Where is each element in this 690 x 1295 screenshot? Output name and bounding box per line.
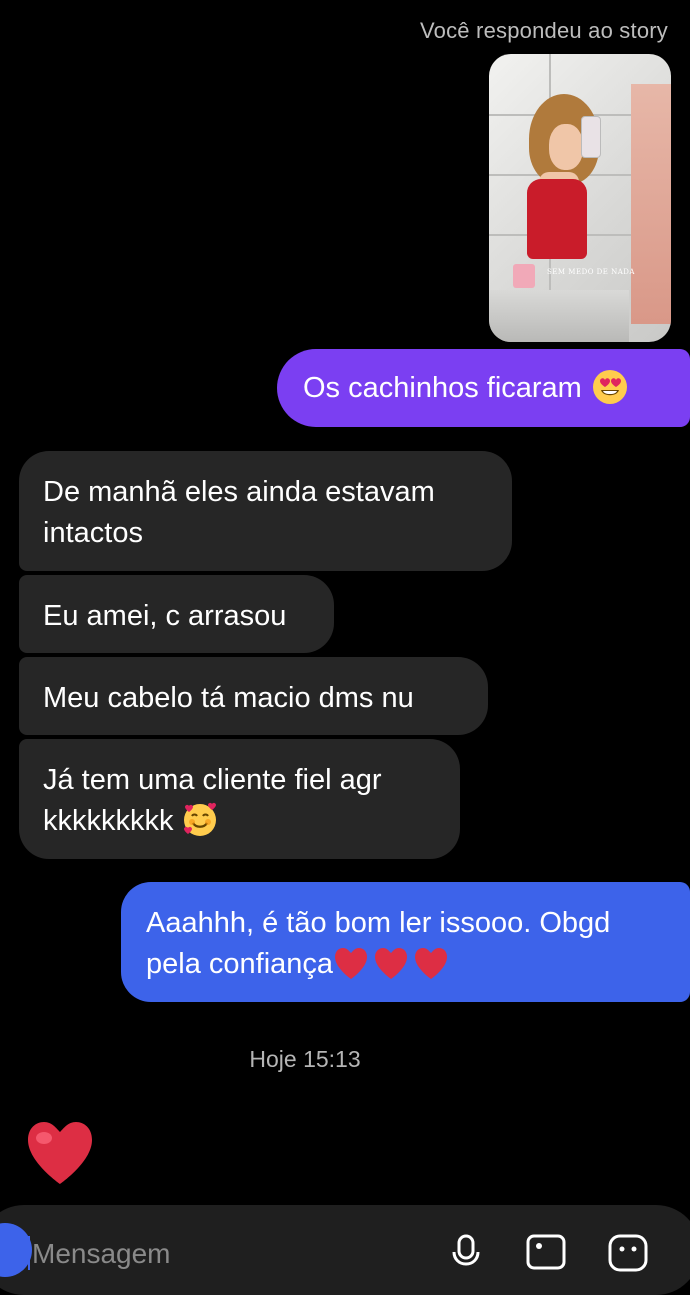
message-text-line: De manhã eles ainda estavam (43, 476, 435, 508)
cup-in-photo (513, 264, 535, 288)
message-outgoing[interactable]: Aaahhh, é tão bom ler issooo. Obgd pela … (121, 882, 690, 1002)
message-incoming[interactable]: Meu cabelo tá macio dms nu (19, 657, 488, 735)
red-heart-emoji (415, 947, 448, 979)
message-incoming[interactable]: Já tem uma cliente fiel agr kkkkkkkkk (19, 739, 460, 859)
red-heart-emoji (375, 947, 408, 979)
text-caret (28, 1236, 30, 1270)
message-text-line: kkkkkkkkk (43, 805, 174, 837)
red-hearts-emoji (333, 942, 453, 983)
sticker-icon[interactable] (606, 1230, 650, 1274)
phone-in-photo (581, 116, 601, 158)
story-thumbnail[interactable]: SEM MEDO DE NADA (489, 54, 671, 342)
message-text-line: intactos (43, 517, 143, 549)
message-text-line: Aaahhh, é tão bom ler issooo. Obgd (146, 907, 611, 939)
message-text-line: Já tem uma cliente fiel agr (43, 764, 382, 796)
message-incoming[interactable]: De manhã eles ainda estavam intactos (19, 451, 512, 571)
red-heart-emoji (335, 947, 368, 979)
red-heart-emoji[interactable] (24, 1120, 96, 1186)
microphone-icon[interactable] (444, 1230, 488, 1274)
sink-in-photo (489, 290, 629, 342)
message-incoming[interactable]: Eu amei, c arrasou (19, 575, 334, 653)
message-text-line: pela confiança (146, 948, 334, 980)
message-input[interactable]: Mensagem (32, 1238, 171, 1270)
figure-outfit (527, 179, 587, 259)
message-text: Meu cabelo tá macio dms nu (43, 682, 414, 714)
smiling-face-with-hearts-emoji (182, 801, 218, 837)
timestamp: Hoje 15:13 (249, 1046, 361, 1072)
gallery-icon[interactable] (524, 1230, 568, 1274)
figure-face (549, 124, 583, 170)
story-watermark: SEM MEDO DE NADA (547, 268, 635, 276)
message-text: Os cachinhos ficaram (303, 371, 582, 404)
message-outgoing[interactable]: Os cachinhos ficaram (277, 349, 690, 427)
message-text: Eu amei, c arrasou (43, 600, 287, 632)
story-reply-note: Você respondeu ao story (420, 18, 668, 43)
wall (631, 84, 671, 324)
heart-eyes-emoji (592, 369, 628, 405)
